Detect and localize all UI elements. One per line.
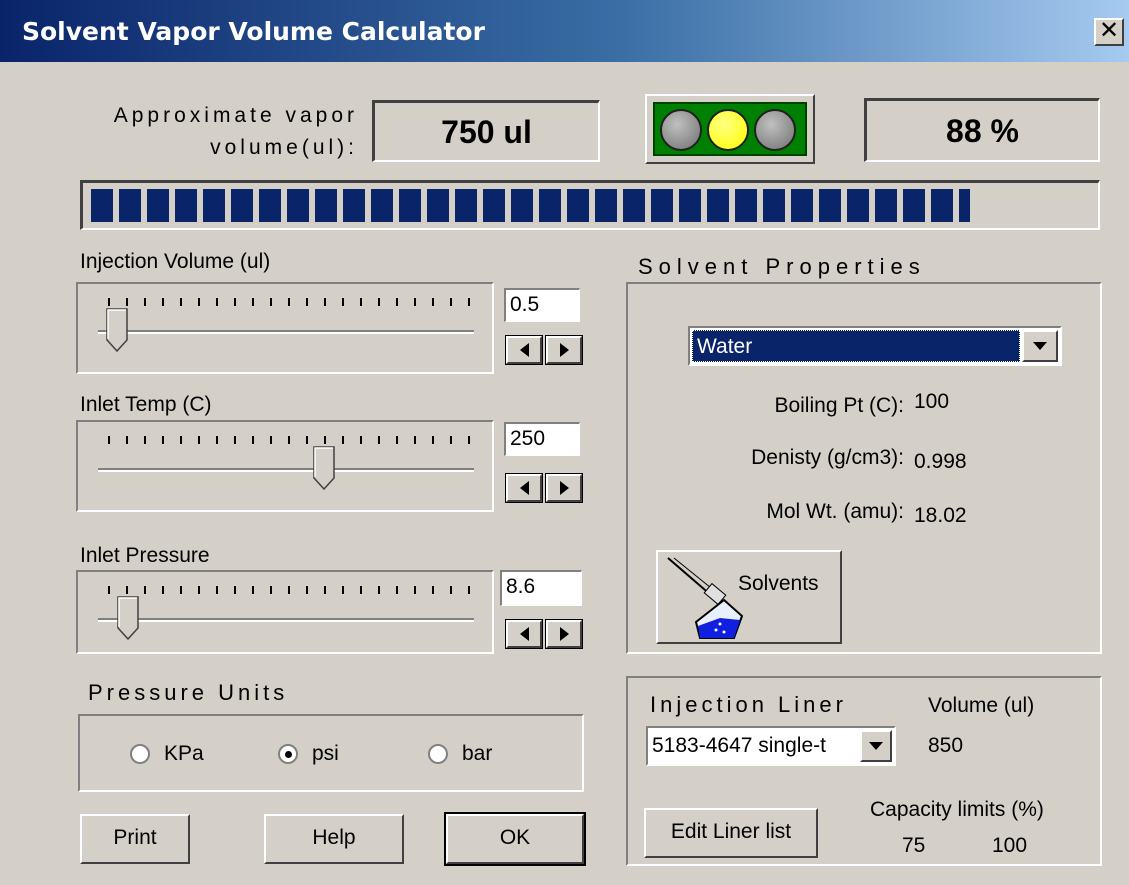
solvents-button-label: Solvents — [738, 572, 819, 595]
boiling-point-value: 100 — [914, 390, 950, 413]
inlet-pressure-label: Inlet Pressure — [80, 544, 210, 567]
slider-thumb[interactable] — [106, 308, 128, 353]
solvent-properties-title: Solvent Properties — [638, 254, 926, 279]
close-icon: ✕ — [1098, 17, 1120, 44]
injection-volume-input[interactable]: 0.5 — [504, 288, 580, 322]
progress-fill — [91, 189, 971, 222]
increment-button[interactable] — [545, 335, 583, 365]
mol-weight-value: 18.02 — [914, 504, 967, 527]
liner-volume-label: Volume (ul) — [928, 694, 1035, 717]
boiling-point-label: Boiling Pt (C): — [774, 394, 904, 417]
density-value: 0.998 — [914, 450, 967, 473]
arrow-left-icon — [519, 627, 529, 641]
capacity-limits-label: Capacity limits (%) — [870, 798, 1044, 821]
radio-psi-circle[interactable] — [278, 744, 298, 764]
inlet-pressure-spinner[interactable] — [505, 619, 586, 650]
increment-button[interactable] — [545, 473, 583, 503]
close-button[interactable]: ✕ — [1094, 18, 1124, 46]
decrement-button[interactable] — [505, 473, 543, 503]
status-light-gray-left — [660, 109, 702, 151]
arrow-right-icon — [559, 627, 569, 641]
radio-bar[interactable]: bar — [428, 742, 528, 768]
status-light-yellow — [707, 109, 749, 151]
status-light-gray-right — [754, 109, 796, 151]
arrow-left-icon — [519, 481, 529, 495]
print-button[interactable]: Print — [80, 814, 190, 864]
radio-bar-circle[interactable] — [428, 744, 448, 764]
arrow-right-icon — [559, 343, 569, 357]
decrement-button[interactable] — [505, 619, 543, 649]
chevron-down-icon — [1033, 342, 1047, 350]
radio-psi-label: psi — [312, 742, 339, 765]
slider-thumb[interactable] — [312, 446, 335, 491]
injection-volume-slider[interactable] — [76, 282, 494, 374]
slider-thumb[interactable] — [117, 596, 139, 641]
capacity-limit-low: 75 — [902, 834, 926, 857]
inlet-temp-label: Inlet Temp (C) — [80, 393, 212, 416]
window-title: Solvent Vapor Volume Calculator — [22, 17, 485, 46]
capacity-percent-value: 88 % — [864, 98, 1100, 162]
liner-select-value: 5183-4647 single-t — [652, 734, 826, 757]
solvent-select-value: Water — [692, 330, 1020, 362]
ok-button[interactable]: OK — [444, 812, 586, 866]
density-label: Denisty (g/cm3): — [751, 446, 904, 469]
liner-select[interactable]: 5183-4647 single-t — [646, 726, 896, 766]
injection-volume-spinner[interactable] — [505, 335, 586, 366]
injection-liner-title: Injection Liner — [650, 692, 847, 717]
arrow-left-icon — [519, 343, 529, 357]
syringe-flask-icon — [667, 557, 744, 639]
chevron-down-icon — [869, 742, 883, 750]
inlet-temp-input[interactable]: 250 — [504, 422, 580, 456]
arrow-right-icon — [559, 481, 569, 495]
radio-bar-label: bar — [462, 742, 493, 765]
vapor-volume-label: Approximate vapor volume(ul): — [113, 104, 358, 159]
help-button[interactable]: Help — [264, 814, 404, 864]
solvent-select[interactable]: Water — [688, 326, 1062, 366]
capacity-progress-bar — [80, 180, 1100, 230]
pressure-units-title: Pressure Units — [88, 680, 289, 705]
increment-button[interactable] — [545, 619, 583, 649]
injection-volume-label: Injection Volume (ul) — [80, 250, 271, 273]
capacity-limit-high: 100 — [992, 834, 1028, 857]
inlet-temp-spinner[interactable] — [505, 473, 586, 504]
solvents-button[interactable]: Solvents — [656, 550, 842, 644]
mol-weight-label: Mol Wt. (amu): — [766, 500, 904, 523]
vapor-volume-value: 750 ul — [372, 100, 600, 162]
dropdown-button[interactable] — [1022, 330, 1058, 362]
inlet-pressure-input[interactable]: 8.6 — [500, 570, 582, 606]
inlet-temp-slider[interactable] — [76, 420, 494, 512]
radio-psi[interactable]: psi — [278, 742, 378, 768]
status-indicator — [645, 94, 815, 164]
edit-liner-list-button[interactable]: Edit Liner list — [644, 808, 818, 858]
liner-volume-value: 850 — [928, 734, 964, 757]
decrement-button[interactable] — [505, 335, 543, 365]
dropdown-button[interactable] — [860, 730, 892, 762]
radio-kpa-circle[interactable] — [130, 744, 150, 764]
radio-kpa[interactable]: KPa — [130, 742, 230, 768]
inlet-pressure-slider[interactable] — [76, 570, 494, 654]
radio-kpa-label: KPa — [164, 742, 204, 765]
